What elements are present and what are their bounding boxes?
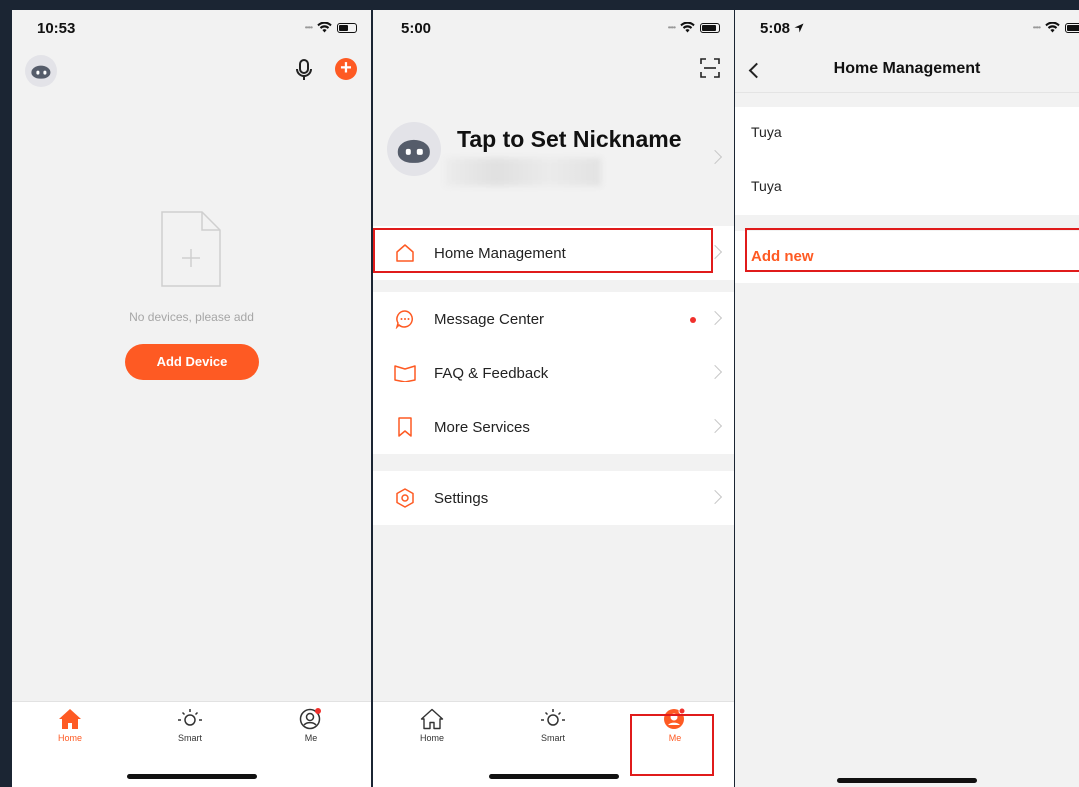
status-icons: •••• [305, 22, 357, 33]
tab-bar: Home Smart Me [12, 701, 371, 787]
tab-smart-label: Smart [177, 733, 202, 743]
menu-item-label: Message Center [434, 310, 545, 328]
signal-icon: •••• [1032, 23, 1041, 32]
highlight-box [373, 228, 713, 273]
microphone-icon[interactable] [294, 59, 314, 81]
menu-item-label: FAQ & Feedback [434, 364, 549, 382]
chevron-right-icon [707, 310, 723, 326]
screen-home: 10:53 •••• + No devices, please add Add … [12, 10, 371, 787]
page-title: Home Management [833, 60, 981, 77]
home-list: Tuya Tuya [735, 107, 1079, 215]
status-time: 10:53 [37, 20, 76, 37]
menu-section-settings: Settings [373, 471, 734, 525]
notification-dot [690, 317, 696, 323]
battery-icon [1065, 22, 1079, 33]
chevron-right-icon [1072, 180, 1079, 196]
tab-smart[interactable]: Smart [523, 708, 583, 743]
status-bar: 5:00 •••• [373, 10, 734, 46]
tab-home[interactable]: Home [40, 708, 100, 743]
blurred-account-info [445, 158, 601, 186]
profile-header[interactable]: Tap to Set Nickname [373, 110, 734, 206]
wifi-icon [1045, 22, 1060, 33]
battery-icon [337, 22, 357, 33]
add-icon[interactable]: + [335, 58, 357, 80]
nickname-text[interactable]: Tap to Set Nickname [457, 126, 682, 153]
tab-me-label: Me [304, 733, 318, 743]
sun-icon [178, 709, 202, 726]
signal-icon: •••• [667, 23, 676, 32]
bookmark-icon [394, 416, 416, 438]
chevron-right-icon [707, 489, 723, 505]
screen-home-management: 5:08 •••• Home Management Tuya Tuya Add … [735, 10, 1079, 787]
empty-document-icon [161, 211, 221, 287]
message-icon [394, 308, 416, 330]
chevron-right-icon [707, 364, 723, 380]
menu-item-label: Settings [434, 489, 489, 507]
settings-icon [394, 487, 416, 509]
scan-icon[interactable] [700, 58, 720, 78]
chevron-right-icon [707, 418, 723, 434]
signal-icon: •••• [304, 23, 313, 32]
robot-avatar-icon [397, 139, 431, 163]
location-arrow-icon [794, 23, 804, 33]
menu-item-message-center[interactable]: Message Center [373, 292, 734, 346]
highlight-box [745, 228, 1079, 272]
status-icons: •••• [1033, 22, 1079, 33]
battery-icon [700, 22, 720, 33]
tab-home[interactable]: Home [402, 708, 462, 743]
status-time-text: 5:08 [760, 20, 791, 37]
book-icon [394, 362, 416, 384]
home-list-item[interactable]: Tuya [735, 107, 1079, 161]
status-icons: •••• [668, 22, 720, 33]
status-bar: 10:53 •••• [12, 10, 371, 46]
status-time: 5:08 [760, 20, 804, 37]
tab-smart-label: Smart [540, 733, 565, 743]
highlight-box [630, 714, 714, 776]
user-icon [299, 708, 321, 730]
status-time: 5:00 [401, 20, 432, 37]
tab-me[interactable]: Me [281, 708, 341, 743]
menu-item-settings[interactable]: Settings [373, 471, 734, 525]
tab-home-label: Home [57, 733, 82, 743]
status-bar: 5:08 •••• [735, 10, 1079, 46]
empty-state-text: No devices, please add [129, 310, 254, 324]
home-list-item[interactable]: Tuya [735, 161, 1079, 215]
wifi-icon [317, 22, 332, 33]
avatar[interactable] [387, 122, 441, 176]
divider [735, 92, 1079, 93]
tab-smart[interactable]: Smart [160, 708, 220, 743]
chevron-right-icon [707, 149, 723, 165]
home-name: Tuya [751, 124, 782, 140]
add-device-button[interactable]: Add Device [125, 344, 259, 380]
chevron-right-icon [1072, 126, 1079, 142]
tab-home-label: Home [419, 733, 444, 743]
wifi-icon [680, 22, 695, 33]
avatar[interactable] [25, 55, 57, 87]
home-indicator [488, 774, 619, 779]
home-indicator [126, 774, 257, 779]
menu-section-main: Message Center FAQ & Feedback More Servi… [373, 292, 734, 454]
menu-item-faq-feedback[interactable]: FAQ & Feedback [373, 346, 734, 400]
screen-me: 5:00 •••• Tap to Set Nickname Home Manag… [373, 10, 734, 787]
home-icon [59, 709, 81, 729]
sun-icon [541, 709, 565, 726]
menu-item-more-services[interactable]: More Services [373, 400, 734, 454]
home-indicator [837, 778, 977, 783]
home-name: Tuya [751, 178, 782, 194]
home-icon [420, 708, 444, 730]
menu-item-label: More Services [434, 418, 530, 436]
robot-avatar-icon [31, 65, 51, 80]
